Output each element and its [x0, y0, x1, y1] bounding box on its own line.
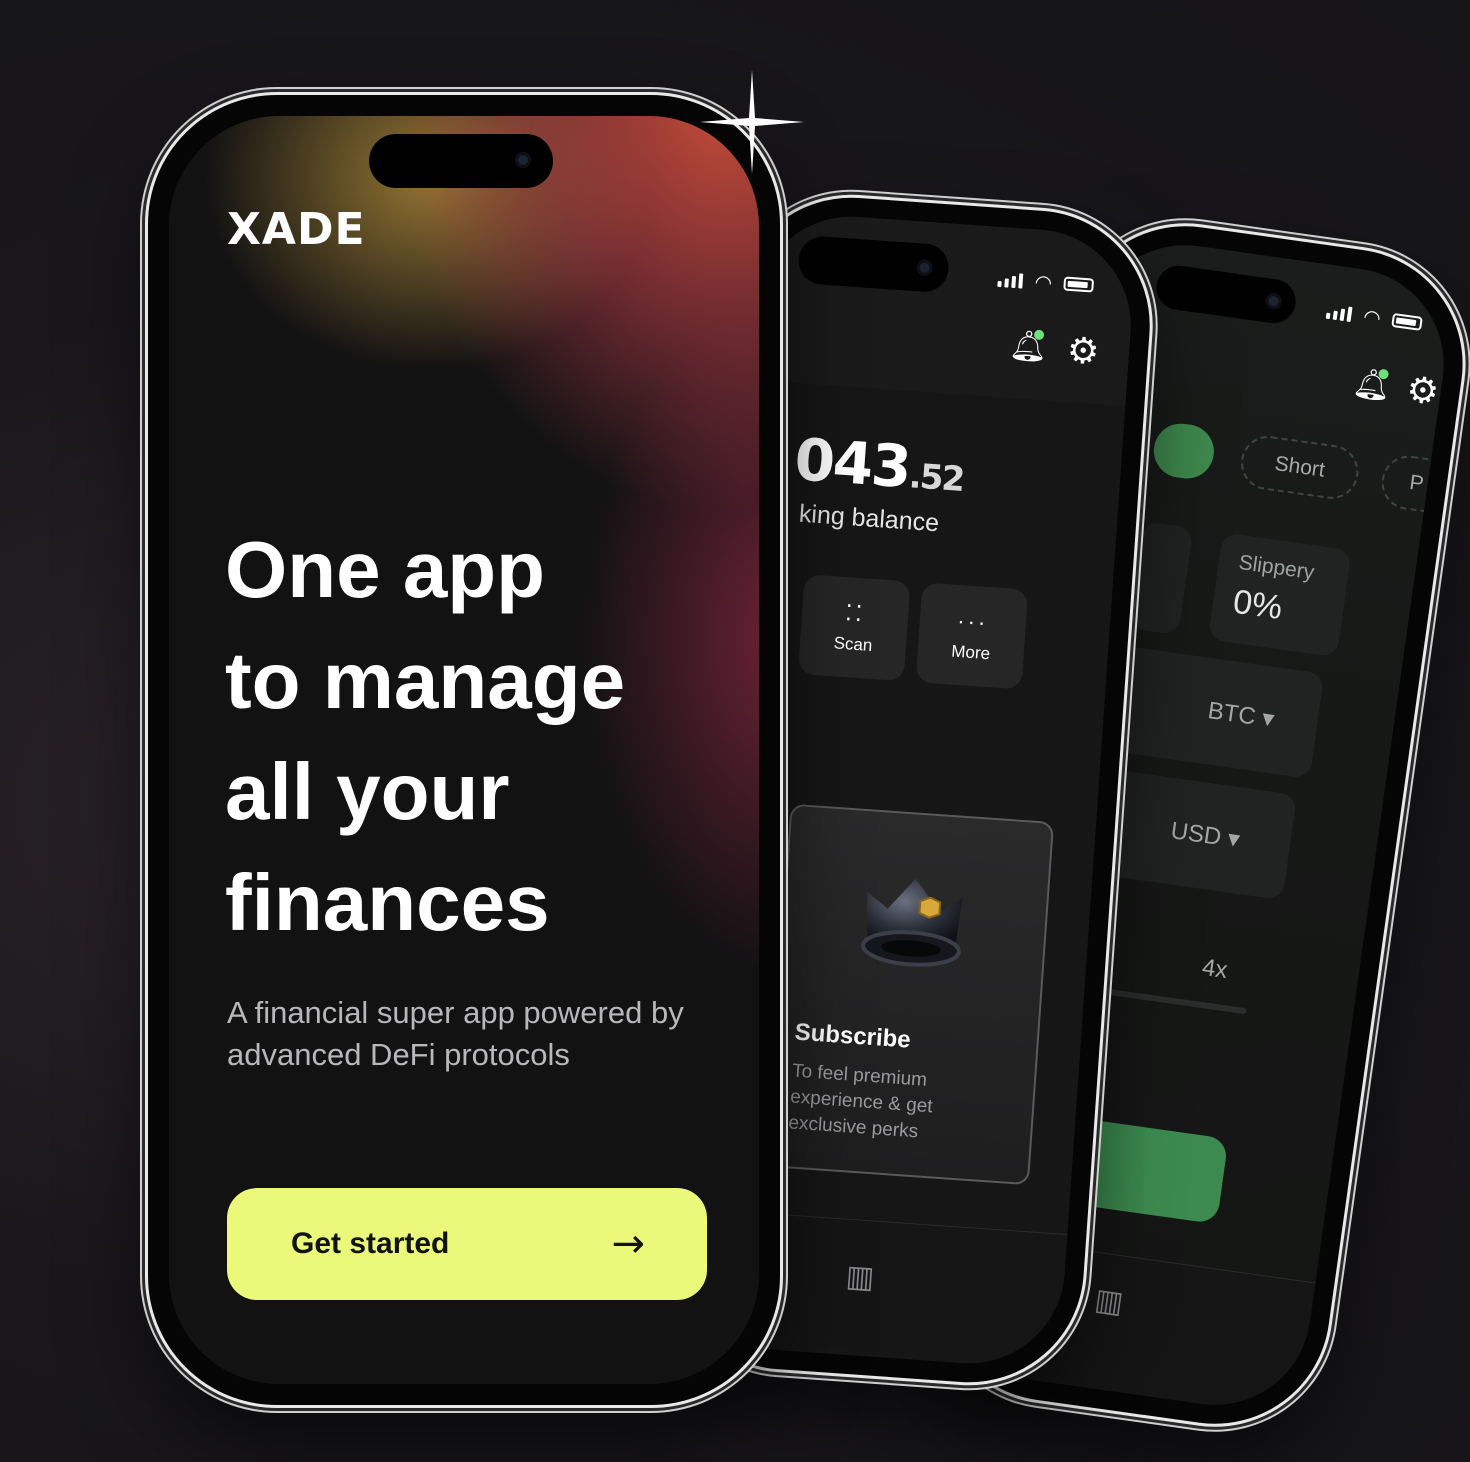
battery-icon: [1391, 312, 1424, 331]
brand-logo: XADE: [227, 204, 366, 255]
tab-long[interactable]: [1150, 420, 1218, 483]
camera-icon: [915, 259, 934, 277]
subscribe-card[interactable]: Subscribe To feel premium experience & g…: [765, 803, 1055, 1186]
balance-label: king balance: [798, 499, 941, 538]
subscribe-title: Subscribe: [793, 1018, 912, 1054]
camera-icon: [1264, 292, 1283, 311]
more-button[interactable]: ··· More: [915, 582, 1029, 690]
more-icon: ···: [956, 607, 990, 636]
scan-label: Scan: [833, 633, 874, 655]
signal-icon: [1325, 303, 1353, 322]
wifi-icon: ◠: [1361, 303, 1383, 331]
dynamic-island: [369, 134, 553, 188]
scan-button[interactable]: ⁚⁚ Scan: [797, 574, 911, 682]
headline-line: to manage: [225, 636, 626, 725]
chart-icon[interactable]: ▥: [845, 1259, 876, 1296]
headline-line: finances: [225, 858, 550, 947]
get-started-label: Get started: [291, 1227, 450, 1260]
get-started-button[interactable]: Get started →: [227, 1188, 707, 1300]
sparkle-icon: [700, 70, 804, 174]
more-label: More: [950, 641, 991, 664]
subtext: A financial super app powered by advance…: [227, 995, 684, 1072]
status-bar: ◠: [1325, 299, 1424, 336]
header-bar: [750, 210, 1138, 407]
phone-onboarding: XADE One app to manage all your finances…: [145, 92, 783, 1408]
subscribe-text: To feel premium experience & get exclusi…: [787, 1060, 934, 1143]
gear-icon[interactable]: ⚙: [1404, 369, 1442, 414]
leverage-value: 4x: [1200, 953, 1230, 985]
onboarding-screen: XADE One app to manage all your finances…: [169, 116, 759, 1384]
chart-icon[interactable]: ▥: [1093, 1282, 1126, 1321]
dynamic-island: [1153, 262, 1299, 326]
wifi-icon: ◠: [1033, 269, 1054, 295]
scan-icon: ⁚⁚: [844, 600, 867, 627]
slippery-value: 0%: [1230, 582, 1285, 628]
headline-line: all your: [225, 747, 510, 836]
tab-short[interactable]: Short: [1237, 432, 1362, 503]
gear-icon[interactable]: ⚙: [1066, 330, 1101, 373]
battery-icon: [1063, 276, 1095, 293]
signal-icon: [997, 271, 1024, 289]
headline-line: One app: [225, 525, 546, 614]
camera-icon: [515, 152, 531, 168]
crown-image: [851, 861, 974, 979]
balance-amount: 043.52: [792, 425, 965, 502]
field-partial[interactable]: [1128, 521, 1194, 636]
headline: One app to manage all your finances: [225, 514, 625, 958]
arrow-right-icon: →: [611, 1221, 645, 1267]
